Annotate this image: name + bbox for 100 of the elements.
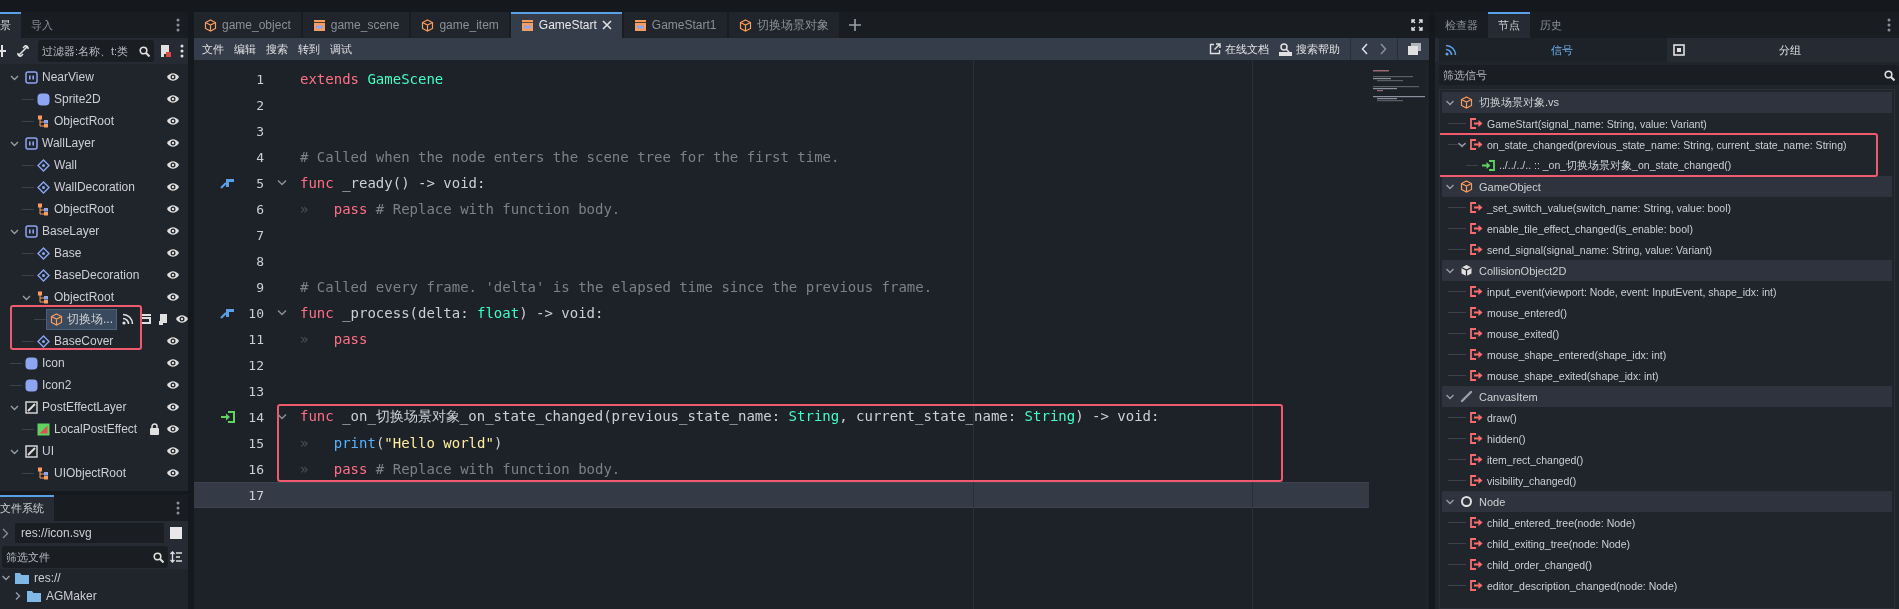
more-icon[interactable] [176,18,180,32]
tree-item[interactable]: BaseLayer [22,223,103,239]
signal-item[interactable]: send_signal(signal_name: String, value: Variant) [1487,243,1713,256]
signal-item[interactable]: on_state_changed(previous_state_name: String, current_state_name: String) [1487,138,1847,151]
help-button[interactable]: 搜索帮助 [1279,41,1340,57]
eye-icon[interactable] [166,402,180,412]
signal-item[interactable]: GameStart(signal_name: String, value: Variant) [1487,117,1707,130]
eye-icon[interactable] [175,314,188,324]
dock-tab[interactable]: 导入 [21,12,63,38]
help-button[interactable]: 在线文档 [1209,41,1269,57]
menu-item[interactable]: 文件 [202,41,224,57]
dock-tab[interactable]: 文件系统 [0,495,54,521]
tree-item[interactable]: Wall [34,157,80,173]
back-icon[interactable] [1361,43,1369,55]
tree-item[interactable]: PostEffectLayer [22,399,130,415]
tree-item[interactable]: WallDecoration [34,179,138,195]
forward-icon[interactable] [2,527,9,539]
link-icon[interactable] [16,44,30,58]
signal-item[interactable]: child_order_changed() [1487,558,1593,571]
signal-item[interactable]: enable_tile_effect_changed(is_enable: bool) [1487,222,1693,235]
tree-item[interactable]: Icon2 [22,377,75,393]
view-toggle-icon[interactable] [170,527,182,539]
editor-tab[interactable]: game_object [194,12,301,38]
add-tab-icon[interactable] [848,19,861,31]
signal-item[interactable]: mouse_shape_entered(shape_idx: int) [1487,348,1667,361]
connection-icon[interactable] [220,176,236,190]
signal-item[interactable]: child_entered_tree(node: Node) [1487,516,1636,529]
eye-icon[interactable] [166,358,180,368]
tree-item[interactable]: ObjectRoot [34,201,118,217]
node-tab[interactable]: 信号 [1439,38,1667,62]
fullscreen-icon[interactable] [1411,19,1423,31]
menu-item[interactable]: 转到 [298,41,320,57]
node-tab[interactable]: 分组 [1667,38,1895,62]
eye-icon[interactable] [166,226,180,236]
sort-icon[interactable] [170,551,182,563]
forward-icon[interactable] [1379,43,1387,55]
signal-item[interactable]: visibility_changed() [1487,474,1577,487]
editor-tab[interactable]: 切换场景对象 [728,12,839,38]
add-icon[interactable] [0,45,8,57]
signal-group-header[interactable]: GameObject [1442,176,1892,197]
folder-name[interactable]: AGMaker [46,589,97,603]
signal-group-header[interactable]: Node [1442,491,1892,512]
tree-item[interactable]: Icon [22,355,68,371]
eye-icon[interactable] [166,424,180,434]
tree-item[interactable]: ObjectRoot [34,289,118,305]
eye-icon[interactable] [166,336,180,346]
tree-item[interactable]: ObjectRoot [34,113,118,129]
eye-icon[interactable] [166,446,180,456]
eye-icon[interactable] [166,116,180,126]
eye-icon[interactable] [166,182,180,192]
dock-tab[interactable]: 检查器 [1435,12,1488,38]
signal-item[interactable]: item_rect_changed() [1487,453,1584,466]
dock-tab[interactable]: 历史 [1530,12,1572,38]
connection-icon[interactable] [220,306,236,320]
eye-icon[interactable] [166,248,180,258]
signal-receiver-icon[interactable] [220,410,236,424]
editor-tab[interactable]: GameStart1 [623,12,727,38]
tree-item[interactable]: LocalPostEffect [34,421,141,437]
eye-icon[interactable] [166,270,180,280]
path-field[interactable]: res://icon.svg [15,523,164,543]
tree-item[interactable]: Base [34,245,85,261]
signal-item[interactable]: mouse_entered() [1487,306,1567,319]
signal-group-header[interactable]: 切换场景对象.vs [1442,92,1892,113]
filter-field[interactable]: 过滤器:名称、t:类 [38,40,154,62]
dock-tab[interactable]: 景 [0,12,21,38]
clapper-icon[interactable] [139,313,152,325]
signal-item[interactable]: mouse_shape_exited(shape_idx: int) [1487,369,1659,382]
signal-group-header[interactable]: CanvasItem [1442,386,1892,407]
signal-item[interactable]: child_exiting_tree(node: Node) [1487,537,1630,550]
signal-item[interactable]: draw() [1487,411,1517,424]
editor-tab[interactable]: GameStart [510,12,622,38]
eye-icon[interactable] [166,292,180,302]
signal-icon[interactable] [122,313,134,325]
signal-group-header[interactable]: CollisionObject2D [1442,260,1892,281]
eye-icon[interactable] [166,204,180,214]
folder-name[interactable]: res:// [34,571,61,585]
more-icon[interactable] [176,501,180,515]
lock-icon[interactable] [149,423,160,435]
filter-field[interactable]: 筛选信号 [1439,65,1899,85]
tree-item[interactable]: UI [22,443,57,459]
eye-icon[interactable] [166,138,180,148]
eye-icon[interactable] [166,160,180,170]
menu-item[interactable]: 调试 [330,41,352,57]
signal-item[interactable]: _set_switch_value(switch_name: String, value: bool) [1487,201,1731,214]
eye-icon[interactable] [166,72,180,82]
tree-item[interactable]: Sprite2D [34,91,104,107]
editor-tab[interactable]: game_scene [302,12,410,38]
close-icon[interactable] [601,20,612,30]
more-icon[interactable] [180,44,184,58]
eye-icon[interactable] [166,380,180,390]
menu-item[interactable]: 编辑 [234,41,256,57]
tree-item[interactable]: NearView [22,69,97,85]
editor-tab[interactable]: game_item [411,12,509,38]
minimap[interactable] [1371,68,1425,102]
signal-item[interactable]: editor_description_changed(node: Node) [1487,579,1678,592]
script-icon[interactable] [157,313,169,325]
signal-item[interactable]: hidden() [1487,432,1526,445]
eye-icon[interactable] [166,94,180,104]
menu-item[interactable]: 搜索 [266,41,288,57]
signal-item[interactable]: input_event(viewport: Node, event: InputEvent, shape_idx: int) [1487,285,1777,298]
